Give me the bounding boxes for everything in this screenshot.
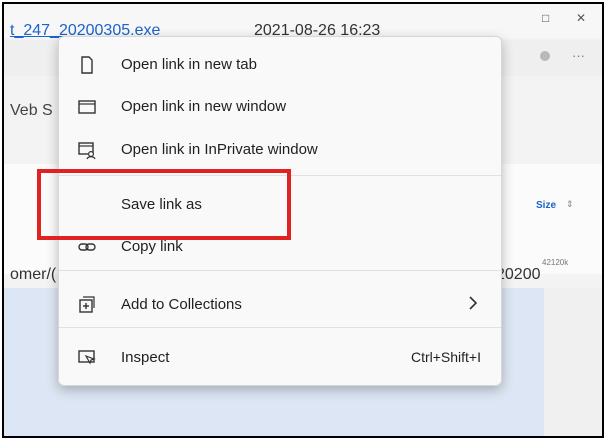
menu-item-open-new-tab[interactable]: Open link in new tab bbox=[59, 47, 501, 83]
menu-item-label: Open link in new window bbox=[121, 98, 287, 115]
highlight-box bbox=[37, 169, 291, 240]
inspect-icon bbox=[77, 348, 97, 368]
menu-item-label: Inspect bbox=[121, 349, 170, 366]
menu-item-label: Open link in InPrivate window bbox=[121, 141, 318, 158]
menu-item-open-new-window[interactable]: Open link in new window bbox=[59, 89, 501, 125]
background-path-text: omer/( bbox=[10, 266, 57, 283]
new-tab-icon bbox=[77, 55, 97, 75]
new-window-icon bbox=[77, 97, 97, 117]
collections-icon bbox=[77, 295, 97, 315]
menu-item-label: Copy link bbox=[121, 238, 183, 255]
background-right-strip bbox=[544, 288, 602, 436]
menu-item-shortcut: Ctrl+Shift+I bbox=[410, 349, 481, 365]
maximize-icon[interactable]: □ bbox=[542, 11, 549, 25]
profile-icon[interactable] bbox=[540, 51, 550, 61]
sort-arrow-icon: ⇕ bbox=[566, 199, 574, 209]
more-options-icon[interactable]: ··· bbox=[572, 48, 585, 63]
inprivate-window-icon bbox=[77, 140, 97, 160]
chevron-right-icon bbox=[465, 293, 481, 313]
background-filename-text: 20200 bbox=[496, 266, 541, 283]
menu-item-add-to-collections[interactable]: Add to Collections bbox=[59, 287, 501, 323]
close-icon[interactable]: ✕ bbox=[576, 11, 586, 25]
menu-item-label: Add to Collections bbox=[121, 296, 242, 313]
menu-separator bbox=[59, 270, 501, 271]
menu-item-inspect[interactable]: Inspect Ctrl+Shift+I bbox=[59, 340, 501, 376]
browser-window: t_247_20200305.exe 2021-08-26 16:23 □ ✕ … bbox=[2, 2, 604, 438]
background-web-text: Veb S bbox=[10, 102, 53, 119]
menu-separator bbox=[59, 327, 501, 328]
size-value: 42120k bbox=[542, 258, 569, 267]
size-column-header[interactable]: Size bbox=[536, 200, 556, 211]
copy-link-icon bbox=[77, 237, 97, 257]
menu-item-label: Open link in new tab bbox=[121, 56, 257, 73]
menu-item-open-inprivate[interactable]: Open link in InPrivate window bbox=[59, 132, 501, 168]
